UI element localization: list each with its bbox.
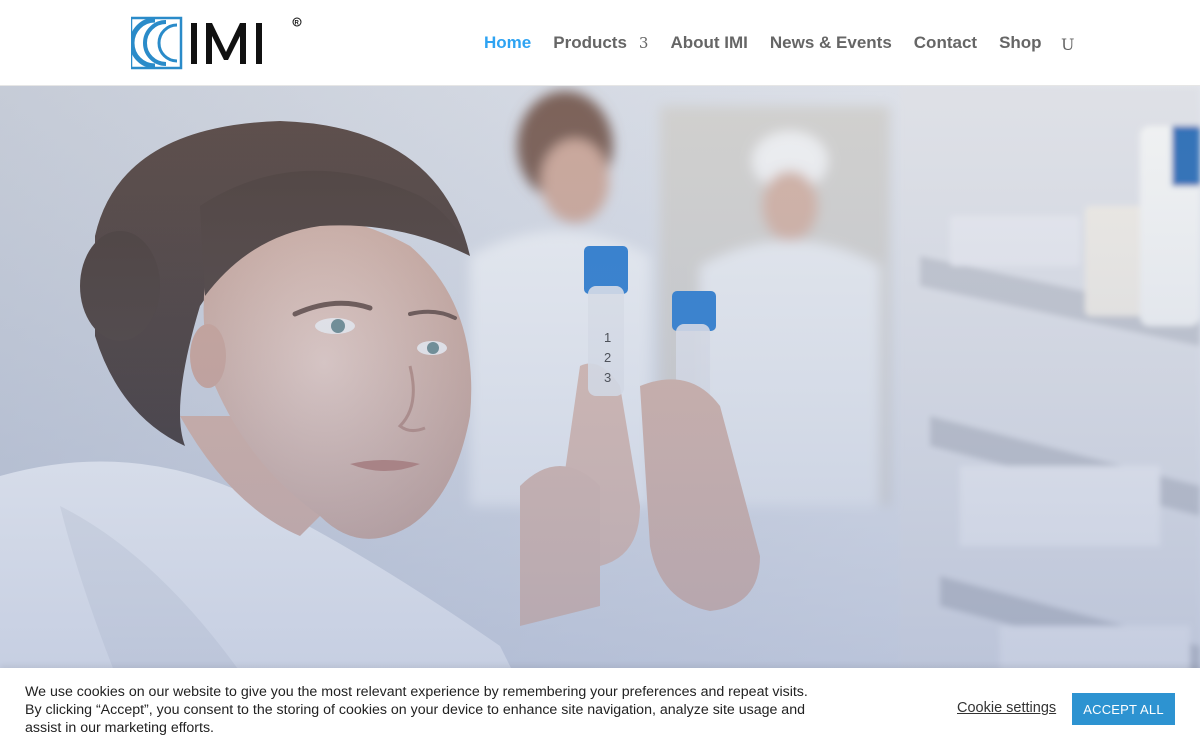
nav-products[interactable]: Products 3 [553,33,648,53]
cookie-message: We use cookies on our website to give yo… [25,684,808,736]
main-nav: Home Products 3 About IMI News & Events … [484,0,1064,85]
nav-about[interactable]: About IMI [670,33,747,53]
search-icon[interactable]: U [1061,35,1074,54]
hero-image: 1 2 3 [0,86,1200,686]
nav-home-label: Home [484,32,532,52]
accept-all-button[interactable]: ACCEPT ALL [1072,693,1175,725]
chevron-down-icon: 3 [638,33,649,52]
svg-text:R: R [295,21,300,27]
nav-news-events[interactable]: News & Events [770,33,892,53]
nav-shop[interactable]: Shop [999,33,1042,53]
cookie-banner: We use cookies on our website to give yo… [0,668,1200,750]
nav-home[interactable]: Home [484,33,531,53]
nav-news-events-label: News & Events [769,32,892,52]
nav-about-label: About IMI [670,32,748,52]
nav-products-label: Products [553,32,627,52]
nav-shop-label: Shop [999,32,1042,52]
cookie-settings-link[interactable]: Cookie settings [957,700,1056,716]
nav-contact-label: Contact [913,32,978,52]
site-header: R Home Products 3 About IMI News & Event… [0,0,1200,86]
nav-contact[interactable]: Contact [914,33,977,53]
imi-logo[interactable]: R [131,16,303,70]
